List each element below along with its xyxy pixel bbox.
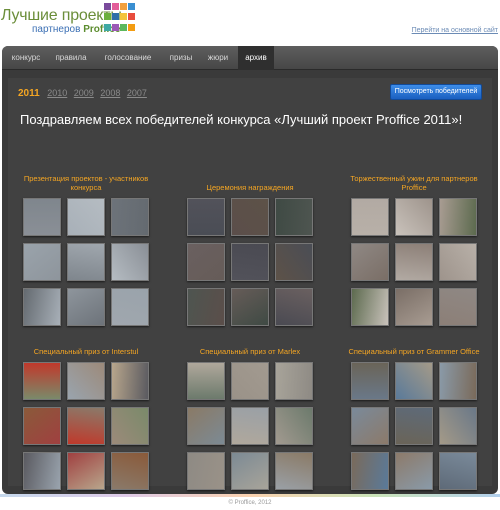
- photo-thumbnail[interactable]: [395, 288, 433, 326]
- year-2011[interactable]: 2011: [18, 88, 40, 99]
- photo-thumbnail[interactable]: [439, 243, 477, 281]
- photo-thumbnail[interactable]: [231, 243, 269, 281]
- thumb-grid: [180, 362, 320, 490]
- photo-thumbnail[interactable]: [231, 407, 269, 445]
- photo-thumbnail[interactable]: [187, 362, 225, 400]
- gallery-title[interactable]: Презентация проектов - участников конкур…: [16, 170, 156, 192]
- year-2009[interactable]: 2009: [74, 88, 94, 98]
- photo-thumbnail[interactable]: [111, 198, 149, 236]
- photo-thumbnail[interactable]: [67, 198, 105, 236]
- nav-item-voting[interactable]: голосование: [97, 46, 159, 70]
- photo-thumbnail[interactable]: [67, 288, 105, 326]
- photo-thumbnail[interactable]: [439, 452, 477, 490]
- photo-thumbnail[interactable]: [275, 198, 313, 236]
- year-selector: 2011 2010 2009 2008 2007: [18, 88, 151, 99]
- footer-divider: [0, 494, 500, 497]
- photo-thumbnail[interactable]: [67, 362, 105, 400]
- photo-thumbnail[interactable]: [23, 198, 61, 236]
- gallery-presentations: Презентация проектов - участников конкур…: [16, 170, 156, 326]
- photo-thumbnail[interactable]: [67, 407, 105, 445]
- photo-thumbnail[interactable]: [111, 243, 149, 281]
- photo-thumbnail[interactable]: [439, 288, 477, 326]
- main-panel: конкурс правила голосование призы жюри а…: [2, 46, 498, 494]
- photo-thumbnail[interactable]: [275, 362, 313, 400]
- thumb-grid: [16, 198, 156, 326]
- gallery-marlex: Специальный приз от Marlex: [180, 334, 320, 490]
- thumb-grid: [344, 198, 484, 326]
- photo-thumbnail[interactable]: [187, 288, 225, 326]
- archive-content: 2011 2010 2009 2008 2007 Посмотреть побе…: [8, 78, 492, 490]
- photo-thumbnail[interactable]: [23, 407, 61, 445]
- photo-thumbnail[interactable]: [187, 452, 225, 490]
- gallery-title[interactable]: Церемония награждения: [180, 170, 320, 192]
- gallery-title[interactable]: Специальный приз от Grammer Office: [344, 334, 484, 356]
- thumb-grid: [16, 362, 156, 490]
- nav-item-jury[interactable]: жюри: [202, 46, 234, 70]
- photo-thumbnail[interactable]: [231, 452, 269, 490]
- page-title: Поздравляем всех победителей конкурса «Л…: [20, 112, 463, 127]
- main-site-link[interactable]: Перейти на основной сайт: [412, 27, 498, 34]
- year-2008[interactable]: 2008: [100, 88, 120, 98]
- photo-thumbnail[interactable]: [275, 288, 313, 326]
- site-header: Лучшие проекты партнеров Proffice Перейт…: [0, 0, 500, 44]
- photo-thumbnail[interactable]: [351, 243, 389, 281]
- nav-item-contest[interactable]: конкурс: [6, 46, 46, 70]
- year-2007[interactable]: 2007: [127, 88, 147, 98]
- photo-thumbnail[interactable]: [187, 243, 225, 281]
- gallery-ceremony: Церемония награждения: [180, 170, 320, 326]
- copyright: © Proffice, 2012: [228, 500, 272, 506]
- main-nav: конкурс правила голосование призы жюри а…: [2, 46, 498, 70]
- nav-item-prizes[interactable]: призы: [164, 46, 198, 70]
- logo-subtitle-prefix: партнеров: [32, 24, 84, 35]
- gallery-title[interactable]: Специальный приз от Marlex: [180, 334, 320, 356]
- photo-thumbnail[interactable]: [111, 362, 149, 400]
- photo-thumbnail[interactable]: [439, 198, 477, 236]
- view-winners-button[interactable]: Посмотреть победителей: [390, 84, 482, 100]
- photo-thumbnail[interactable]: [67, 243, 105, 281]
- photo-thumbnail[interactable]: [67, 452, 105, 490]
- gallery-interstul: Специальный приз от Interstul: [16, 334, 156, 490]
- photo-thumbnail[interactable]: [351, 407, 389, 445]
- photo-thumbnail[interactable]: [395, 362, 433, 400]
- photo-thumbnail[interactable]: [395, 407, 433, 445]
- photo-thumbnail[interactable]: [187, 198, 225, 236]
- photo-thumbnail[interactable]: [231, 288, 269, 326]
- photo-thumbnail[interactable]: [395, 198, 433, 236]
- photo-thumbnail[interactable]: [111, 288, 149, 326]
- photo-thumbnail[interactable]: [23, 452, 61, 490]
- photo-thumbnail[interactable]: [351, 452, 389, 490]
- photo-thumbnail[interactable]: [231, 198, 269, 236]
- thumb-grid: [344, 362, 484, 490]
- photo-thumbnail[interactable]: [23, 362, 61, 400]
- gallery-dinner: Торжественный ужин для партнеров Proffic…: [344, 170, 484, 326]
- thumb-grid: [180, 198, 320, 326]
- logo-squares-icon: [104, 3, 138, 33]
- photo-thumbnail[interactable]: [439, 362, 477, 400]
- photo-thumbnail[interactable]: [275, 452, 313, 490]
- photo-thumbnail[interactable]: [275, 407, 313, 445]
- nav-item-rules[interactable]: правила: [50, 46, 92, 70]
- photo-thumbnail[interactable]: [187, 407, 225, 445]
- year-2010[interactable]: 2010: [47, 88, 67, 98]
- gallery-title[interactable]: Торжественный ужин для партнеров Proffic…: [344, 170, 484, 192]
- photo-thumbnail[interactable]: [231, 362, 269, 400]
- photo-thumbnail[interactable]: [351, 288, 389, 326]
- photo-thumbnail[interactable]: [23, 288, 61, 326]
- photo-thumbnail[interactable]: [23, 243, 61, 281]
- photo-thumbnail[interactable]: [111, 407, 149, 445]
- photo-thumbnail[interactable]: [395, 452, 433, 490]
- gallery-title[interactable]: Специальный приз от Interstul: [16, 334, 156, 356]
- photo-thumbnail[interactable]: [275, 243, 313, 281]
- photo-thumbnail[interactable]: [395, 243, 433, 281]
- photo-thumbnail[interactable]: [351, 362, 389, 400]
- gallery-grammer: Специальный приз от Grammer Office: [344, 334, 484, 490]
- photo-thumbnail[interactable]: [351, 198, 389, 236]
- photo-thumbnail[interactable]: [439, 407, 477, 445]
- nav-item-archive[interactable]: архив: [238, 46, 274, 70]
- photo-thumbnail[interactable]: [111, 452, 149, 490]
